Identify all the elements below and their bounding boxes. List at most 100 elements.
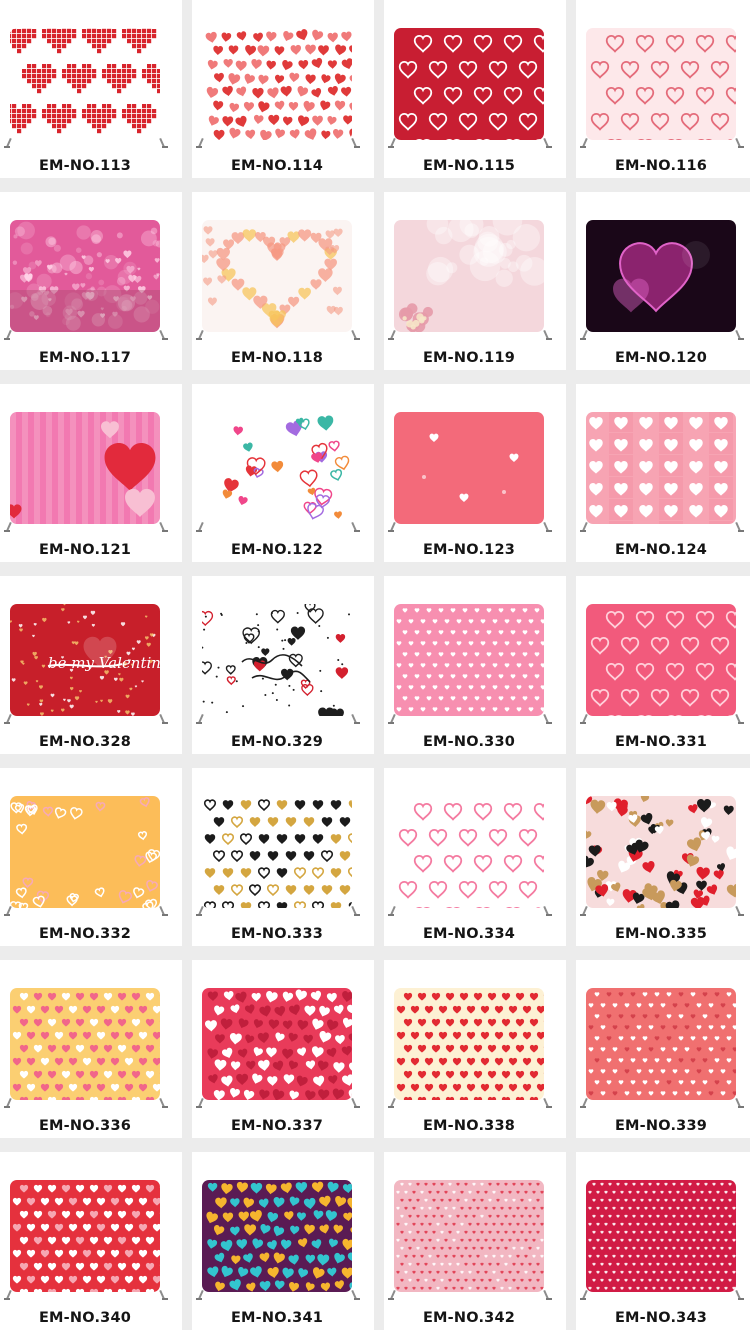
product-card[interactable]: EM-NO.119 bbox=[384, 192, 566, 370]
product-card[interactable]: EM-NO.117 bbox=[0, 192, 182, 370]
stand-foot bbox=[738, 1298, 744, 1300]
heart-pattern-image bbox=[202, 988, 352, 1100]
backdrop-image bbox=[586, 604, 736, 716]
stand-foot bbox=[196, 1106, 202, 1108]
backdrop-image bbox=[586, 988, 736, 1100]
product-card[interactable]: EM-NO.330 bbox=[384, 576, 566, 754]
stand-foot bbox=[580, 1106, 586, 1108]
product-code: EM-NO.124 bbox=[576, 542, 746, 558]
stand-foot bbox=[4, 530, 10, 532]
stand-foot bbox=[580, 722, 586, 724]
stand-foot bbox=[546, 722, 552, 724]
stand-foot bbox=[546, 146, 552, 148]
product-card[interactable]: EM-NO.124 bbox=[576, 384, 750, 562]
stand-foot bbox=[162, 530, 168, 532]
stand-foot bbox=[162, 338, 168, 340]
stand-foot bbox=[196, 1298, 202, 1300]
product-card[interactable]: EM-NO.338 bbox=[384, 960, 566, 1138]
stand-foot bbox=[388, 722, 394, 724]
product-card[interactable]: EM-NO.332 bbox=[0, 768, 182, 946]
product-code: EM-NO.337 bbox=[192, 1118, 362, 1134]
backdrop-image bbox=[202, 28, 352, 140]
product-card[interactable]: EM-NO.121 bbox=[0, 384, 182, 562]
stand-foot bbox=[738, 530, 744, 532]
stand-foot bbox=[162, 1106, 168, 1108]
stand-foot bbox=[196, 530, 202, 532]
stand-foot bbox=[196, 722, 202, 724]
heart-pattern-image bbox=[586, 220, 736, 332]
product-card[interactable]: EM-NO.120 bbox=[576, 192, 750, 370]
stand-foot bbox=[196, 146, 202, 148]
product-card[interactable]: EM-NO.337 bbox=[192, 960, 374, 1138]
backdrop-image bbox=[586, 412, 736, 524]
stand-foot bbox=[354, 1106, 360, 1108]
heart-pattern-image bbox=[202, 220, 352, 332]
stand-foot bbox=[388, 146, 394, 148]
stand-foot bbox=[354, 1298, 360, 1300]
product-code: EM-NO.338 bbox=[384, 1118, 554, 1134]
product-code: EM-NO.330 bbox=[384, 734, 554, 750]
heart-pattern-image bbox=[394, 1180, 544, 1292]
product-card[interactable]: EM-NO.122 bbox=[192, 384, 374, 562]
product-card[interactable]: EM-NO.341 bbox=[192, 1152, 374, 1330]
backdrop-image bbox=[586, 220, 736, 332]
product-card[interactable]: EM-NO.343 bbox=[576, 1152, 750, 1330]
stand-foot bbox=[4, 1298, 10, 1300]
heart-pattern-image: be my Valentine bbox=[10, 604, 160, 716]
product-card[interactable]: EM-NO.331 bbox=[576, 576, 750, 754]
product-card[interactable]: EM-NO.116 bbox=[576, 0, 750, 178]
product-card[interactable]: EM-NO.115 bbox=[384, 0, 566, 178]
stand-foot bbox=[162, 722, 168, 724]
heart-pattern-image bbox=[202, 604, 352, 716]
backdrop-image bbox=[394, 796, 544, 908]
heart-pattern-image bbox=[586, 1180, 736, 1292]
product-card[interactable]: EM-NO.342 bbox=[384, 1152, 566, 1330]
stand-foot bbox=[4, 722, 10, 724]
product-card[interactable]: EM-NO.340 bbox=[0, 1152, 182, 1330]
heart-pattern-image bbox=[586, 988, 736, 1100]
product-card[interactable]: EM-NO.336 bbox=[0, 960, 182, 1138]
product-code: EM-NO.341 bbox=[192, 1310, 362, 1326]
product-card[interactable]: be my ValentineEM-NO.328 bbox=[0, 576, 182, 754]
product-grid: EM-NO.113EM-NO.114EM-NO.115EM-NO.116EM-N… bbox=[0, 0, 750, 1329]
stand-foot bbox=[738, 914, 744, 916]
heart-pattern-image bbox=[586, 28, 736, 140]
heart-pattern-image bbox=[10, 1180, 160, 1292]
stand-foot bbox=[354, 722, 360, 724]
product-card[interactable]: EM-NO.339 bbox=[576, 960, 750, 1138]
product-code: EM-NO.331 bbox=[576, 734, 746, 750]
stand-foot bbox=[546, 338, 552, 340]
stand-foot bbox=[580, 1298, 586, 1300]
product-code: EM-NO.339 bbox=[576, 1118, 746, 1134]
product-card[interactable]: EM-NO.123 bbox=[384, 384, 566, 562]
product-card[interactable]: EM-NO.329 bbox=[192, 576, 374, 754]
stand-foot bbox=[580, 914, 586, 916]
product-code: EM-NO.342 bbox=[384, 1310, 554, 1326]
product-card[interactable]: EM-NO.113 bbox=[0, 0, 182, 178]
heart-pattern-image bbox=[10, 988, 160, 1100]
backdrop-image bbox=[202, 220, 352, 332]
stand-foot bbox=[196, 338, 202, 340]
stand-foot bbox=[738, 146, 744, 148]
product-code: EM-NO.115 bbox=[384, 158, 554, 174]
heart-pattern-image bbox=[586, 412, 736, 524]
stand-foot bbox=[580, 146, 586, 148]
product-card[interactable]: EM-NO.333 bbox=[192, 768, 374, 946]
stand-foot bbox=[738, 722, 744, 724]
product-code: EM-NO.119 bbox=[384, 350, 554, 366]
product-card[interactable]: EM-NO.114 bbox=[192, 0, 374, 178]
backdrop-image bbox=[10, 220, 160, 332]
product-card[interactable]: EM-NO.335 bbox=[576, 768, 750, 946]
backdrop-image bbox=[394, 604, 544, 716]
product-card[interactable]: EM-NO.334 bbox=[384, 768, 566, 946]
product-code: EM-NO.118 bbox=[192, 350, 362, 366]
stand-foot bbox=[738, 338, 744, 340]
stand-foot bbox=[162, 1298, 168, 1300]
product-code: EM-NO.340 bbox=[0, 1310, 170, 1326]
heart-pattern-image bbox=[394, 604, 544, 716]
stand-foot bbox=[388, 530, 394, 532]
backdrop-image bbox=[586, 28, 736, 140]
product-code: EM-NO.343 bbox=[576, 1310, 746, 1326]
product-card[interactable]: EM-NO.118 bbox=[192, 192, 374, 370]
backdrop-image bbox=[394, 1180, 544, 1292]
